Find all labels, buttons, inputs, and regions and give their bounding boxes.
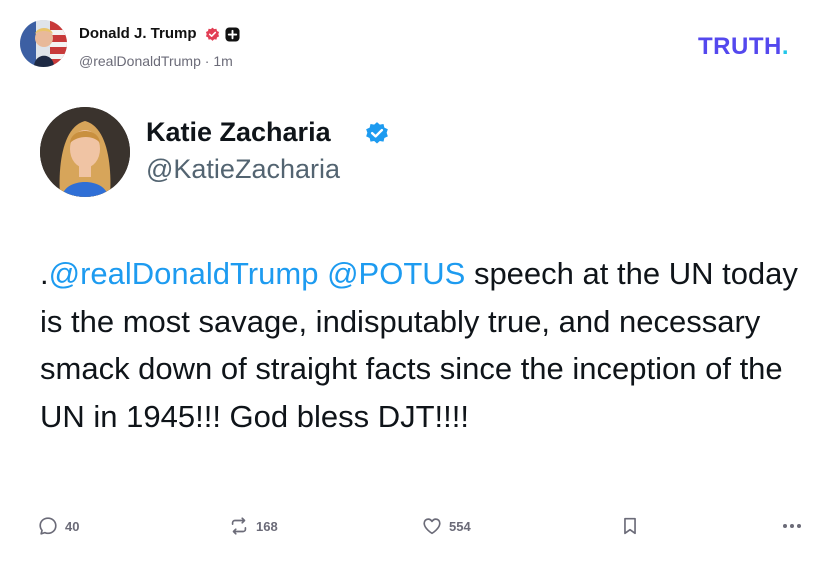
repost-count: 168 [256,518,278,534]
truth-logo: TRUTH. [698,33,789,61]
bookmark-icon [624,517,636,535]
quoted-avatar-image [40,107,130,197]
more-icon [783,524,801,528]
body-lead: . [40,256,49,291]
author-avatar[interactable] [20,20,67,67]
author-avatar-image [20,20,67,67]
verified-badge-red-icon [205,27,220,41]
mention-realdonaldtrump[interactable]: @realDonaldTrump [49,256,319,291]
like-button[interactable]: 554 [421,515,471,537]
bookmark-button[interactable] [619,515,641,537]
author-name[interactable]: Donald J. Trump [79,25,197,42]
author-meta: @realDonaldTrump · 1m [79,53,233,69]
truth-logo-text: TRUTH [698,33,782,60]
reply-button[interactable]: 40 [37,515,79,537]
quoted-author-name[interactable]: Katie Zacharia [146,117,331,148]
mention-potus[interactable]: @POTUS [327,256,465,291]
heart-icon [423,518,441,535]
repost-icon [231,517,247,535]
more-options-button[interactable] [780,515,804,537]
reply-icon [39,517,57,535]
plus-badge-icon [225,27,240,42]
verified-check-icon [366,122,388,144]
quoted-author-avatar[interactable] [40,107,130,197]
repost-button[interactable]: 168 [228,515,278,537]
quoted-author-handle[interactable]: @KatieZacharia [146,154,340,185]
time-separator: · [200,53,214,69]
post-time[interactable]: 1m [213,53,232,69]
quoted-body-text: .@realDonaldTrump @POTUS speech at the U… [40,250,815,440]
reply-count: 40 [65,518,80,534]
like-count: 554 [449,518,471,534]
author-handle[interactable]: @realDonaldTrump [79,53,201,69]
body-space [318,256,327,291]
truth-logo-dot: . [781,33,789,60]
